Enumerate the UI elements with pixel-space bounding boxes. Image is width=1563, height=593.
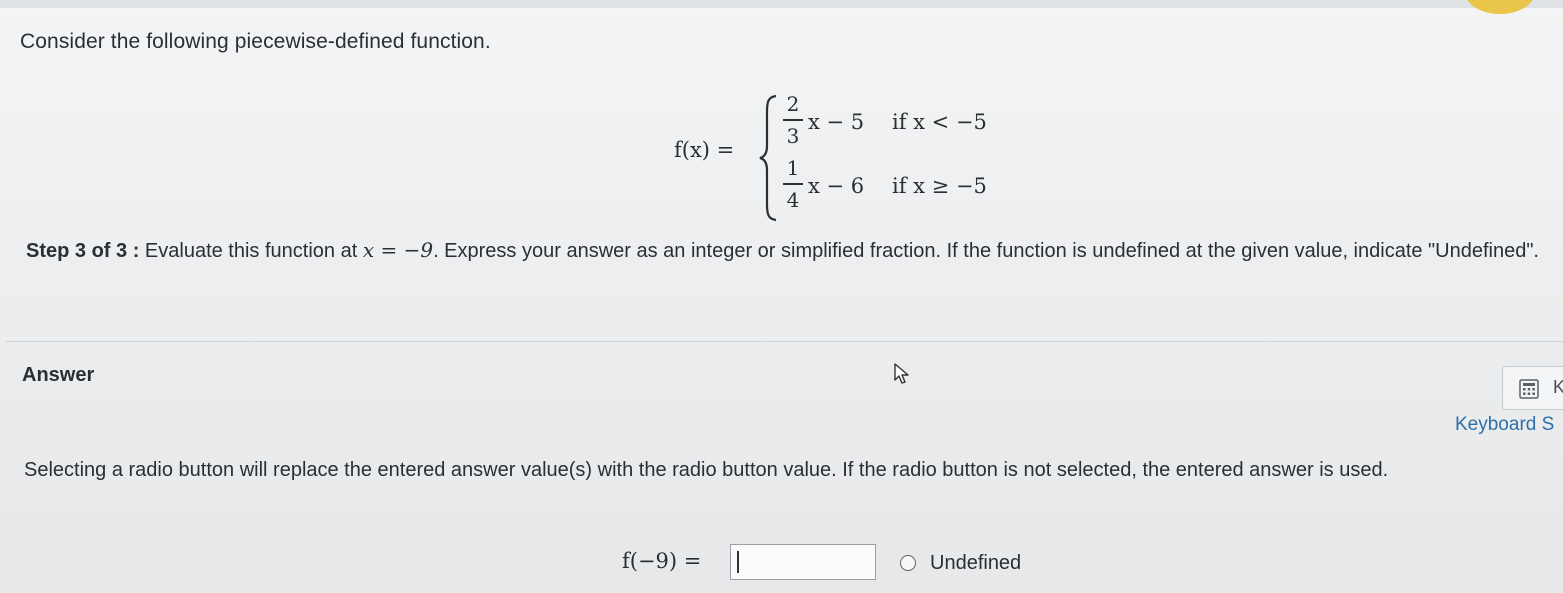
- top-strip: [0, 0, 1563, 8]
- case-1: 2 3 x − 5 if x < −5: [782, 92, 1022, 152]
- answer-input[interactable]: [730, 544, 876, 580]
- case-1-condition: if x < −5: [892, 110, 987, 134]
- calculator-letter: K: [1553, 377, 1563, 397]
- text-caret: [737, 551, 739, 573]
- eval-label: f(−9) =: [622, 549, 702, 573]
- case-2-numerator: 1: [786, 156, 800, 180]
- function-label: f(x) =: [674, 138, 735, 162]
- case-1-denominator: 3: [786, 123, 800, 148]
- page: Consider the following piecewise-defined…: [0, 0, 1563, 593]
- calculator-icon: [1519, 379, 1539, 399]
- radio-note: Selecting a radio button will replace th…: [24, 459, 1389, 481]
- case-2: 1 4 x − 6 if x ≥ −5: [782, 156, 1022, 216]
- answer-title: Answer: [22, 364, 95, 386]
- step-math: x = −9: [362, 238, 434, 262]
- case-2-expression: x − 6: [808, 174, 865, 198]
- question-intro: Consider the following piecewise-defined…: [20, 30, 491, 53]
- case-1-expression: x − 5: [808, 110, 865, 134]
- undefined-radio[interactable]: [900, 555, 916, 571]
- step-text-before: Evaluate this function at: [139, 240, 363, 262]
- left-brace: [759, 94, 777, 222]
- question-panel: Consider the following piecewise-defined…: [6, 12, 1563, 342]
- pointer-cursor-icon: [894, 363, 909, 384]
- step-text-after: . Express your answer as an integer or s…: [433, 240, 1539, 262]
- case-2-fraction: 1 4: [782, 156, 804, 212]
- case-1-fraction: 2 3: [782, 92, 804, 148]
- keyboard-shortcuts-link[interactable]: Keyboard S: [1455, 414, 1554, 436]
- piecewise-function: f(x) = 2 3 x − 5 if x < −5 1 4 x − 6 if …: [674, 92, 1014, 222]
- answer-row: f(−9) = Undefined: [622, 544, 1042, 582]
- case-2-condition: if x ≥ −5: [892, 174, 987, 198]
- fraction-bar: [783, 183, 803, 185]
- case-2-denominator: 4: [786, 187, 800, 212]
- case-1-numerator: 2: [786, 92, 800, 116]
- undefined-radio-label[interactable]: Undefined: [930, 552, 1021, 575]
- step-label: Step 3 of 3 :: [26, 240, 140, 262]
- fraction-bar: [783, 119, 803, 121]
- step-instructions: Step 3 of 3 : Evaluate this function at …: [26, 236, 1551, 265]
- calculator-button[interactable]: K: [1502, 366, 1563, 410]
